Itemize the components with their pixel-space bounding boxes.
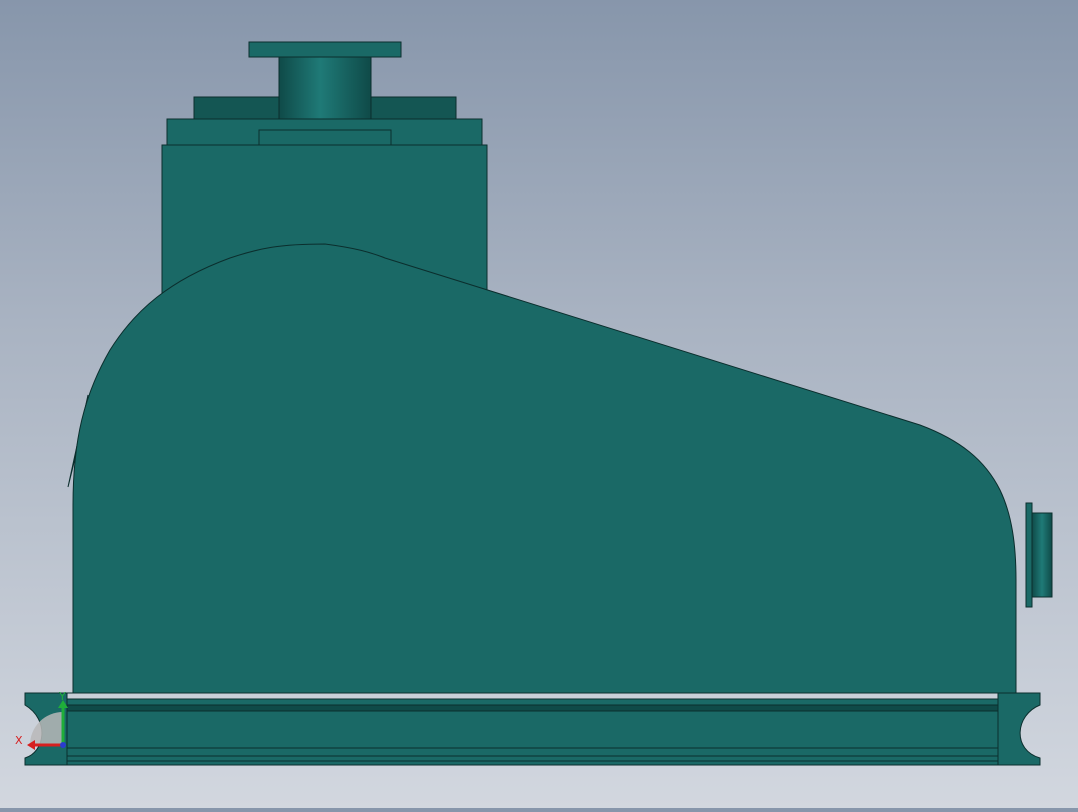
base-rail-right-end: [997, 692, 1041, 766]
triad-z-axis: [60, 742, 66, 748]
base-rail-top: [66, 698, 999, 706]
collar-right: [369, 96, 457, 120]
cad-graphics-viewport[interactable]: X Y: [0, 0, 1078, 808]
right-nozzle-flange[interactable]: [1025, 502, 1033, 608]
main-housing[interactable]: [72, 243, 1017, 694]
base-rail-lip: [66, 747, 999, 757]
base-rail-web: [66, 710, 999, 749]
triad-y-label: Y: [58, 690, 66, 703]
model-view-svg[interactable]: X Y: [0, 0, 1078, 808]
collar-left: [193, 96, 281, 120]
triad-x-label: X: [15, 734, 23, 747]
neck-base-ring: [258, 129, 392, 146]
outlet-flange[interactable]: [248, 41, 402, 58]
right-nozzle[interactable]: [1031, 512, 1053, 598]
pump-model[interactable]: [24, 41, 1053, 766]
base-rail-groove: [66, 704, 999, 712]
